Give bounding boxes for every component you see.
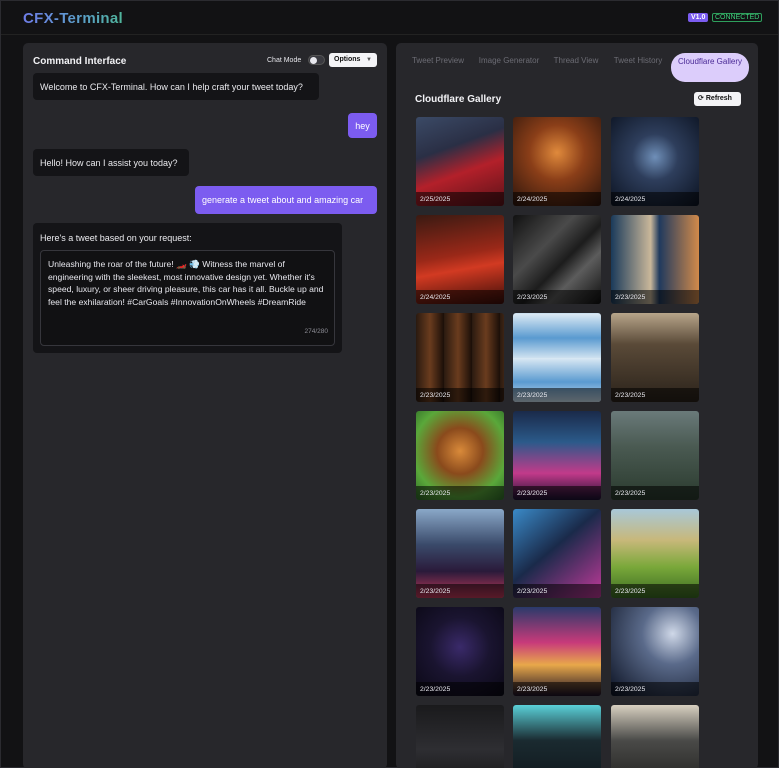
gallery-thumbnail-phone-terminal[interactable]: 2/23/2025 — [416, 607, 504, 696]
gallery-thumbnail-dog-in-field[interactable]: 2/23/2025 — [611, 509, 699, 598]
bot-message: Welcome to CFX-Terminal. How can I help … — [33, 73, 319, 100]
tab-image-generator[interactable]: Image Generator — [473, 55, 545, 66]
command-interface-panel: Command Interface Chat Mode Options ▼ We… — [23, 43, 387, 768]
connection-status-badge: CONNECTED — [712, 13, 763, 22]
thumbnail-date: 2/23/2025 — [513, 682, 601, 696]
top-bar: CFX-Terminal V1.0 CONNECTED — [1, 1, 778, 35]
tweet-text: Unleashing the roar of the future! 🏎️ 💨 … — [48, 259, 324, 307]
thumbnail-date: 2/23/2025 — [513, 486, 601, 500]
thumbnail-date: 2/24/2025 — [513, 192, 601, 206]
chevron-down-icon: ▼ — [366, 57, 372, 63]
options-label: Options — [334, 56, 361, 63]
gallery-thumbnail-red-bus-city[interactable]: 2/25/2025 — [416, 117, 504, 206]
thumbnail-date: 2/23/2025 — [611, 388, 699, 402]
gallery-thumbnail-dark-hall[interactable]: 2/23/2025 — [611, 313, 699, 402]
message-text: generate a tweet about and amazing car — [202, 195, 364, 205]
generated-tweet-box[interactable]: Unleashing the roar of the future! 🏎️ 💨 … — [40, 250, 335, 346]
version-badge: V1.0 — [688, 13, 709, 22]
message-text: Welcome to CFX-Terminal. How can I help … — [40, 81, 303, 92]
thumbnail-date: 2/23/2025 — [611, 682, 699, 696]
gallery-thumbnail-retro-dashboard[interactable] — [611, 705, 699, 768]
thumbnail-date: 2/23/2025 — [513, 388, 601, 402]
gallery-thumbnail-spaceship[interactable]: 2/24/2025 — [611, 117, 699, 206]
gallery-thumbnail-neon-figure[interactable]: 2/23/2025 — [513, 509, 601, 598]
gallery-thumbnail-castle[interactable]: 2/23/2025 — [611, 411, 699, 500]
gallery-thumbnail-cartoon-dog[interactable]: 2/23/2025 — [416, 411, 504, 500]
gallery-panel: Tweet Preview Image Generator Thread Vie… — [396, 43, 758, 768]
thumbnail-image — [416, 705, 504, 768]
user-message: hey — [348, 113, 377, 138]
thumbnail-date: 2/24/2025 — [611, 192, 699, 206]
message-text: Here's a tweet based on your request: — [40, 233, 192, 243]
refresh-label: Refresh — [705, 95, 732, 102]
bot-message: Hello! How can I assist you today? — [33, 149, 189, 176]
gallery-thumbnail-space-station[interactable]: 2/23/2025 — [611, 607, 699, 696]
tab-cloudflare-gallery[interactable]: Cloudflare Gallery — [671, 53, 749, 82]
gallery-thumbnail-dog-space-comic[interactable]: 2/23/2025 — [611, 215, 699, 304]
gallery-thumbnail-neon-street[interactable]: 2/23/2025 — [513, 607, 601, 696]
gallery-thumbnail-cat-portrait[interactable]: 2/24/2025 — [513, 117, 601, 206]
thumbnail-date: 2/23/2025 — [611, 290, 699, 304]
thumbnail-date: 2/23/2025 — [416, 584, 504, 598]
thumbnail-date: 2/23/2025 — [611, 584, 699, 598]
gallery-thumbnail-cyber-crowd[interactable]: 2/23/2025 — [416, 509, 504, 598]
message-text: Hello! How can I assist you today? — [40, 157, 178, 168]
refresh-icon: ⟳ — [698, 95, 704, 102]
thumbnail-date: 2/23/2025 — [513, 584, 601, 598]
thumbnail-image — [611, 705, 699, 768]
tab-tweet-preview[interactable]: Tweet Preview — [402, 55, 474, 66]
chat-mode-label: Chat Mode — [267, 57, 302, 64]
message-text: hey — [355, 120, 370, 131]
gallery-thumbnail-dog-robot-comic[interactable]: 2/23/2025 — [513, 313, 601, 402]
app-title: CFX-Terminal — [23, 10, 124, 27]
gallery-thumbnail-dark-spacecraft[interactable]: 2/23/2025 — [513, 215, 601, 304]
gallery-thumbnail-dog-grid[interactable]: 2/23/2025 — [416, 313, 504, 402]
options-dropdown[interactable]: Options ▼ — [329, 53, 377, 67]
character-count: 274/280 — [304, 328, 329, 336]
gallery-title: Cloudflare Gallery — [415, 94, 502, 105]
thumbnail-image — [513, 705, 601, 768]
thumbnail-date: 2/23/2025 — [416, 682, 504, 696]
toggle-knob — [310, 57, 317, 64]
thumbnail-date: 2/23/2025 — [416, 388, 504, 402]
gallery-thumbnail-terminal-screen[interactable] — [513, 705, 601, 768]
gallery-thumbnail-neon-city[interactable]: 2/23/2025 — [513, 411, 601, 500]
chat-mode-toggle[interactable] — [308, 55, 325, 65]
thumbnail-date: 2/23/2025 — [513, 290, 601, 304]
user-message: generate a tweet about and amazing car — [195, 186, 377, 214]
thumbnail-date: 2/23/2025 — [611, 486, 699, 500]
gallery-thumbnail-dark-console[interactable] — [416, 705, 504, 768]
thumbnail-date: 2/25/2025 — [416, 192, 504, 206]
tab-tweet-history[interactable]: Tweet History — [602, 55, 674, 66]
bot-tweet-message: Here's a tweet based on your request: Un… — [33, 223, 342, 353]
refresh-button[interactable]: ⟳ Refresh — [694, 92, 741, 106]
gallery-thumbnail-red-sports-car[interactable]: 2/24/2025 — [416, 215, 504, 304]
panel-title: Command Interface — [33, 56, 127, 67]
thumbnail-date: 2/23/2025 — [416, 486, 504, 500]
thumbnail-date: 2/24/2025 — [416, 290, 504, 304]
